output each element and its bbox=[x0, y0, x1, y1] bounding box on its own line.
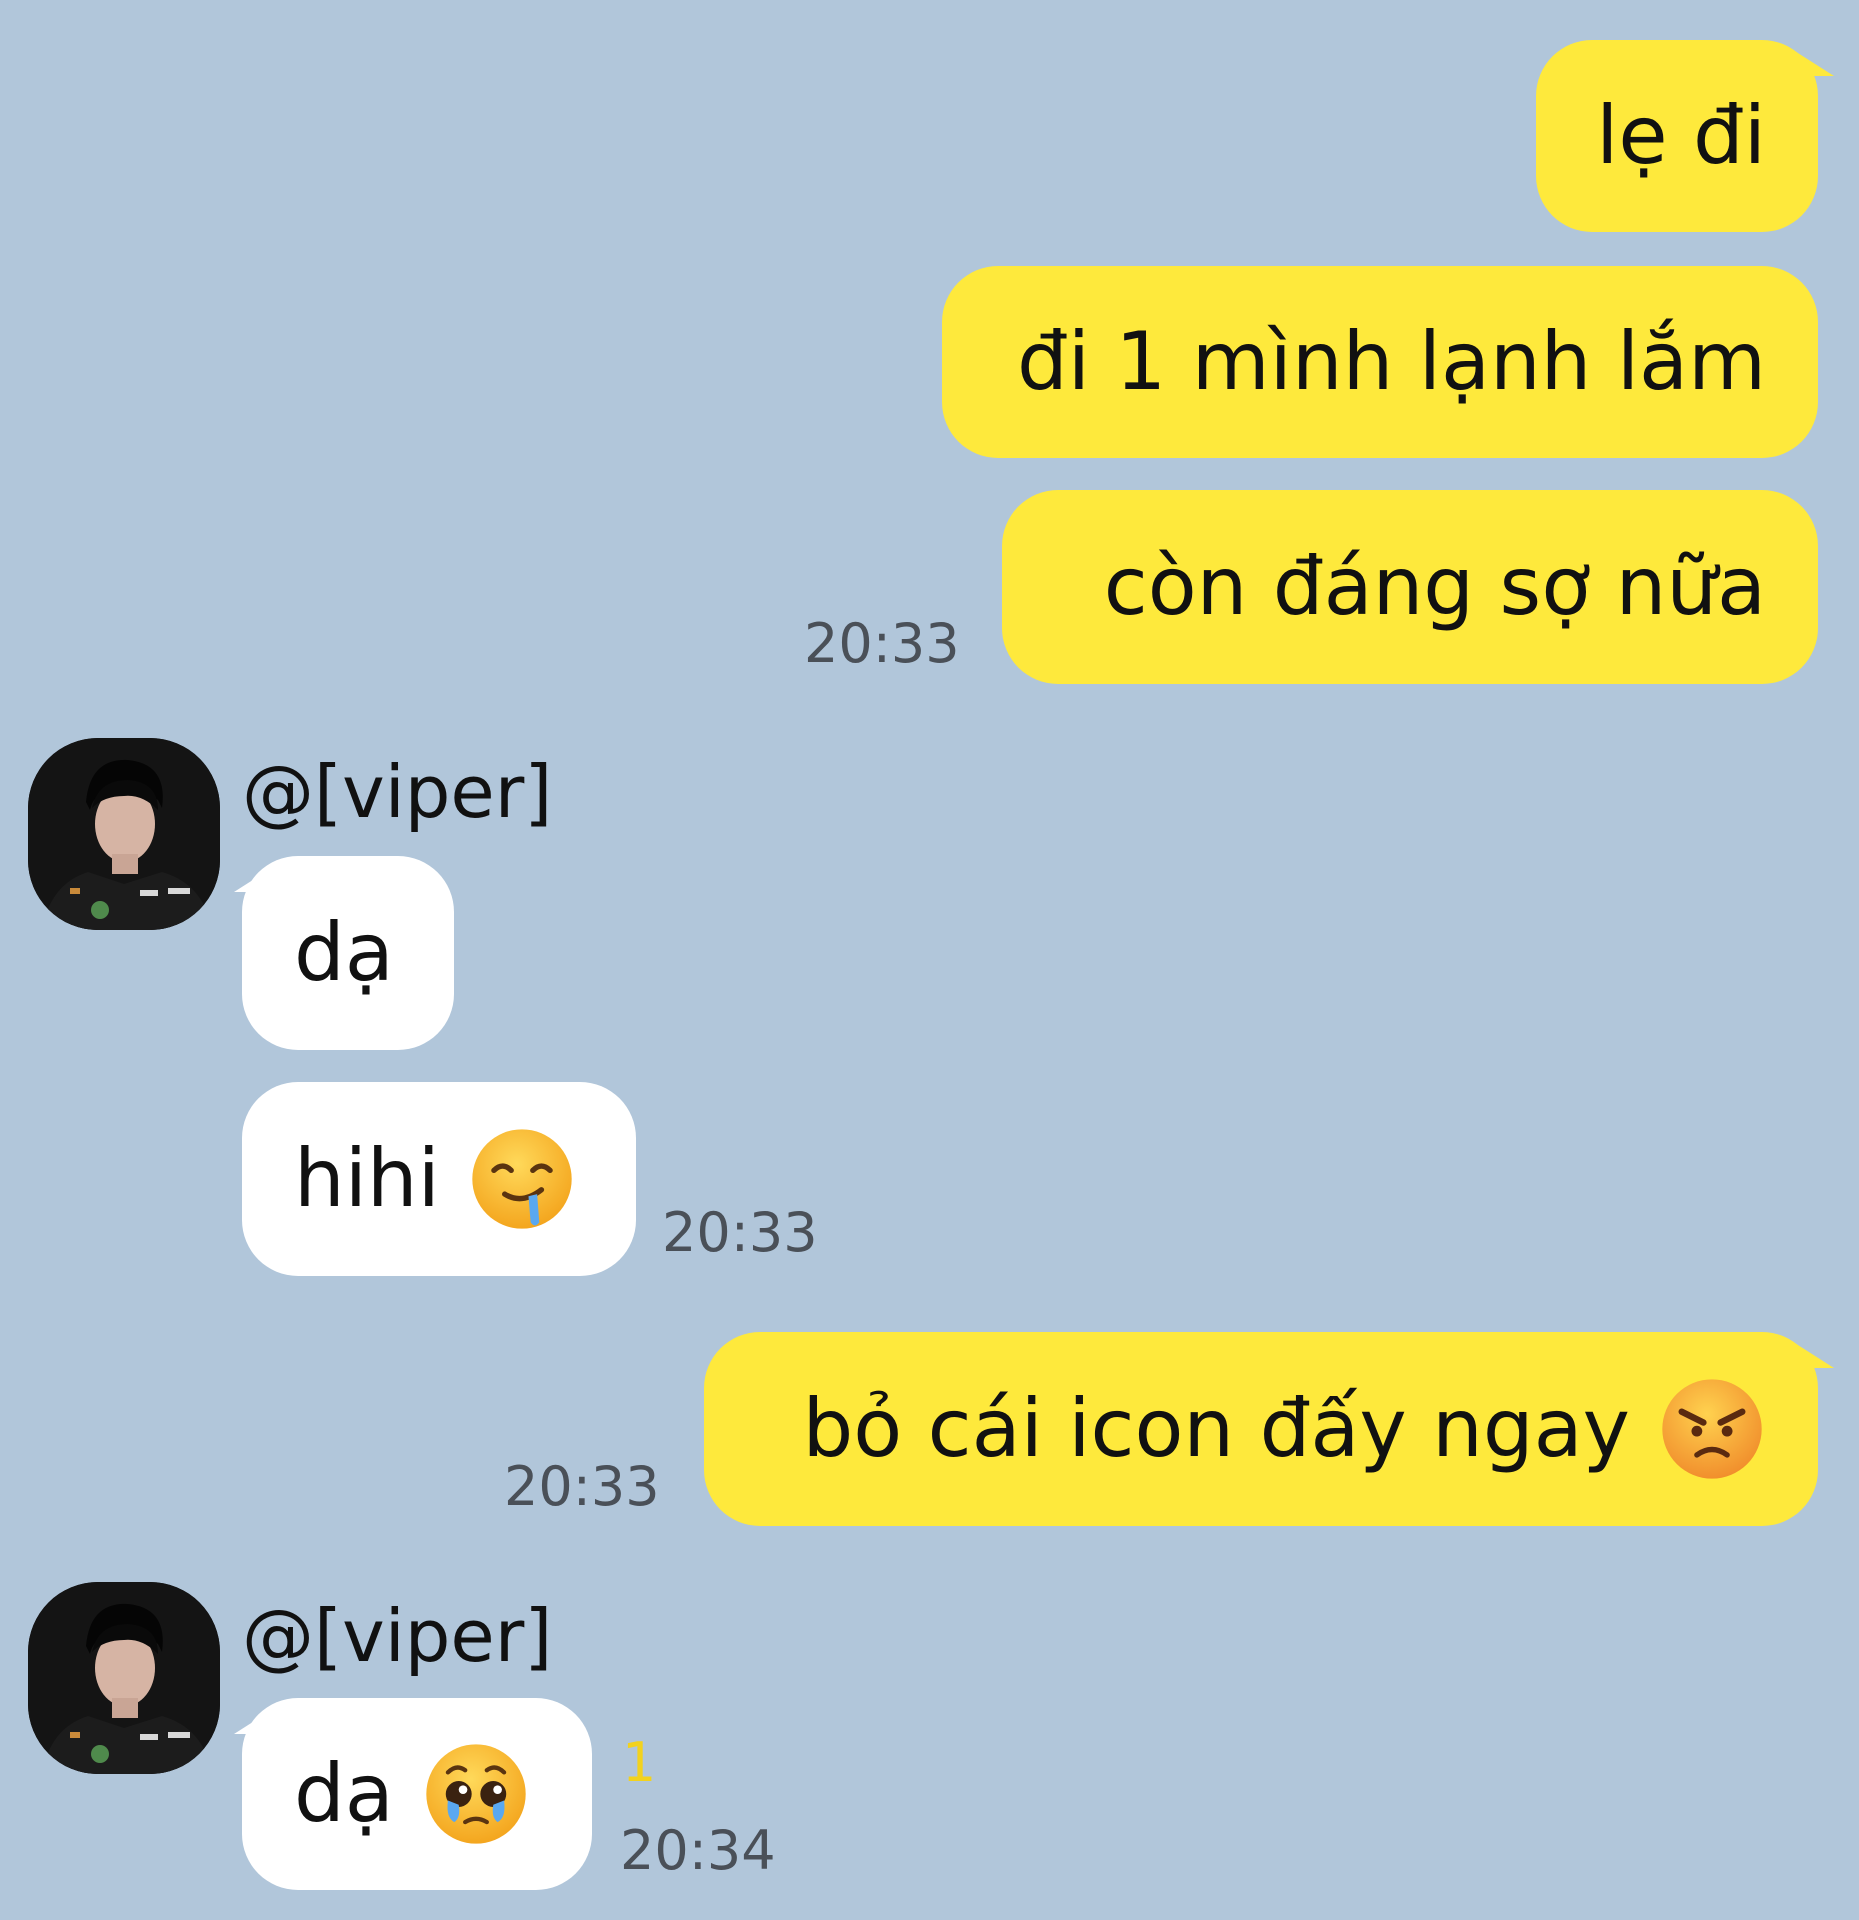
message-timestamp: 20:33 bbox=[504, 1455, 660, 1518]
pleading-face-icon bbox=[426, 1744, 526, 1844]
sender-name: @[viper] bbox=[242, 1594, 553, 1678]
message-text: lẹ đi bbox=[1596, 89, 1766, 182]
incoming-message-bubble[interactable]: hihi bbox=[242, 1082, 636, 1276]
message-text: còn đáng sợ nữa bbox=[1103, 540, 1766, 633]
outgoing-message-bubble[interactable]: lẹ đi bbox=[1536, 40, 1818, 232]
outgoing-message-bubble[interactable]: đi 1 mình lạnh lắm bbox=[942, 266, 1818, 458]
sender-name: @[viper] bbox=[242, 750, 553, 834]
message-text: dạ bbox=[294, 1747, 394, 1840]
message-text: đi 1 mình lạnh lắm bbox=[1016, 315, 1766, 408]
outgoing-message-bubble[interactable]: còn đáng sợ nữa bbox=[1002, 490, 1818, 684]
outgoing-message-bubble[interactable]: bỏ cái icon đấy ngay bbox=[704, 1332, 1818, 1526]
incoming-message-bubble[interactable]: dạ bbox=[242, 856, 454, 1050]
message-text: hihi bbox=[294, 1132, 440, 1225]
message-text: dạ bbox=[294, 906, 394, 999]
unread-count: 1 bbox=[622, 1731, 657, 1794]
incoming-message-bubble[interactable]: dạ bbox=[242, 1698, 592, 1890]
drooling-face-icon bbox=[472, 1129, 572, 1229]
message-text: bỏ cái icon đấy ngay bbox=[802, 1382, 1630, 1475]
message-timestamp: 20:33 bbox=[804, 612, 960, 675]
avatar[interactable] bbox=[28, 1582, 220, 1774]
angry-face-icon bbox=[1662, 1379, 1762, 1479]
avatar-photo bbox=[28, 738, 220, 930]
avatar-photo bbox=[28, 1582, 220, 1774]
message-timestamp: 20:34 bbox=[620, 1819, 776, 1882]
avatar[interactable] bbox=[28, 738, 220, 930]
message-timestamp: 20:33 bbox=[662, 1201, 818, 1264]
